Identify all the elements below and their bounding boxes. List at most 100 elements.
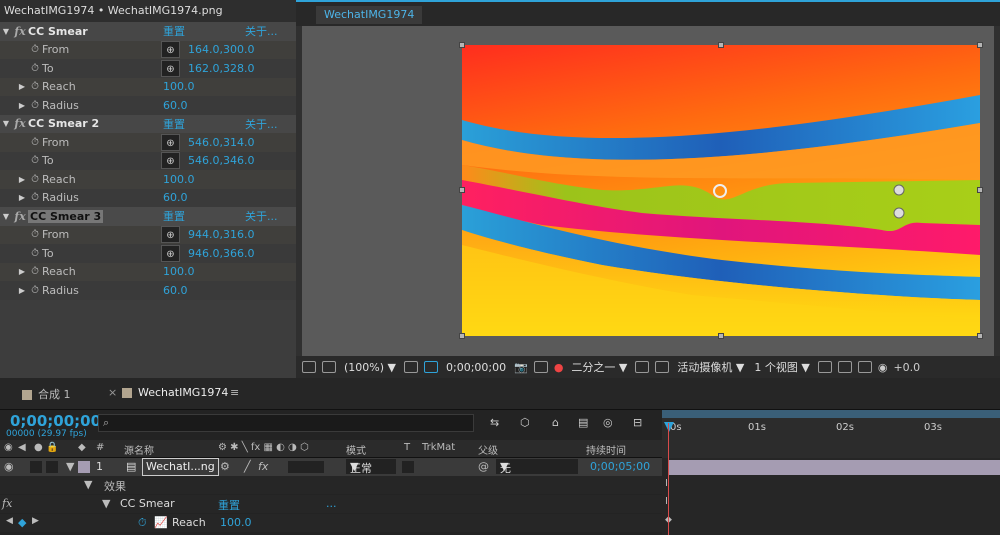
tab-wechatimg1974[interactable]: WechatIMG1974: [122, 386, 228, 399]
transform-handle[interactable]: [977, 333, 983, 339]
about-link[interactable]: 关于...: [245, 208, 278, 224]
expand-triangle-icon[interactable]: ▶: [16, 193, 28, 202]
transform-handle[interactable]: [459, 187, 465, 193]
point-picker-icon[interactable]: ⊕: [161, 244, 180, 262]
layer-switch-boxes[interactable]: [288, 461, 324, 473]
about-link[interactable]: 关于...: [245, 23, 278, 39]
effects-group-row[interactable]: ▼ 效果: [0, 476, 662, 494]
shy-switch-icon[interactable]: ⚙: [220, 460, 230, 473]
draft-3d-icon[interactable]: ⬡: [520, 416, 530, 429]
effect-header-cc-smear-2[interactable]: ▼ fx CC Smear 2 重置 关于...: [0, 114, 296, 133]
layer-image-preview[interactable]: [462, 45, 980, 336]
pick-whip-icon[interactable]: @: [478, 460, 489, 473]
col-source-name[interactable]: 源名称: [124, 442, 154, 457]
property-value[interactable]: 164.0,300.0: [188, 43, 254, 56]
always-preview-icon[interactable]: [302, 361, 316, 373]
transform-handle[interactable]: [718, 42, 724, 48]
stopwatch-icon[interactable]: ⏱: [28, 248, 42, 259]
show-snapshot-icon[interactable]: [533, 361, 548, 373]
graph-icon[interactable]: 📈: [154, 516, 168, 529]
frame-blending-icon[interactable]: ▤: [578, 416, 588, 429]
solo-switch-icon[interactable]: ●: [34, 442, 43, 453]
audio-switch-icon[interactable]: ◀: [18, 442, 26, 453]
resolution-dropdown[interactable]: 二分之一 ▼: [569, 359, 629, 375]
video-visibility-icon[interactable]: ◉: [4, 460, 14, 473]
parent-dropdown[interactable]: 无 ▼: [496, 459, 578, 475]
camera-snapshot-icon[interactable]: 📷: [514, 361, 528, 374]
expand-triangle-icon[interactable]: ▼: [66, 460, 74, 473]
layer-duration-bar[interactable]: [668, 460, 1000, 475]
flowchart-icon[interactable]: [857, 361, 872, 373]
close-tab-icon[interactable]: ×: [108, 386, 117, 399]
about-link[interactable]: 关于...: [245, 116, 278, 132]
timeline-search-input[interactable]: ⌕: [98, 414, 474, 432]
fast-previews-icon[interactable]: [817, 361, 832, 373]
point-picker-icon[interactable]: ⊕: [161, 133, 180, 151]
comp-canvas-area[interactable]: [302, 26, 994, 356]
property-value[interactable]: 944.0,316.0: [188, 228, 254, 241]
keyframe-diamond-icon[interactable]: ◆: [18, 516, 26, 529]
transform-handle[interactable]: [977, 42, 983, 48]
composition-tab[interactable]: WechatIMG1974: [316, 6, 423, 24]
stopwatch-icon[interactable]: ⏱: [28, 192, 42, 203]
panel-menu-icon[interactable]: ≡: [230, 386, 239, 399]
playhead-line[interactable]: [668, 423, 669, 535]
quality-switch-icon[interactable]: ╱: [244, 460, 251, 473]
stopwatch-icon[interactable]: ⏱: [28, 155, 42, 166]
property-value[interactable]: 60.0: [163, 284, 188, 297]
more-link[interactable]: ...: [326, 497, 337, 510]
timeline-toggle-icon[interactable]: [837, 361, 852, 373]
collapse-triangle-icon[interactable]: ▼: [102, 497, 110, 510]
fx-switch-icon[interactable]: fx: [258, 460, 268, 473]
stopwatch-active-icon[interactable]: ⏱: [28, 81, 42, 92]
layer-label-color[interactable]: [78, 461, 90, 473]
color-channels-icon[interactable]: ●: [554, 361, 564, 374]
fit-grid-icon[interactable]: [404, 361, 418, 373]
checker-icon[interactable]: [655, 361, 670, 373]
comp-mini-flowchart-icon[interactable]: ⇆: [490, 416, 499, 429]
transform-handle[interactable]: [459, 42, 465, 48]
reset-link[interactable]: 重置: [163, 208, 185, 224]
effect-header-cc-smear[interactable]: ▼ fx CC Smear 重置 关于...: [0, 22, 296, 41]
time-ruler[interactable]: 0s 01s 02s 03s: [662, 410, 1000, 458]
point-picker-icon[interactable]: ⊕: [161, 226, 180, 244]
reset-link[interactable]: 重置: [163, 23, 185, 39]
collapse-triangle-icon[interactable]: ▼: [84, 478, 92, 491]
expand-triangle-icon[interactable]: ▶: [16, 175, 28, 184]
reset-link[interactable]: 重置: [163, 116, 185, 132]
property-value[interactable]: 60.0: [163, 99, 188, 112]
point-picker-icon[interactable]: ⊕: [161, 152, 180, 170]
graph-editor-icon[interactable]: ⊟: [633, 416, 642, 429]
stopwatch-icon[interactable]: ⏱: [28, 63, 42, 74]
layer-name-field[interactable]: WechatI...ng: [142, 458, 219, 476]
fx-icon[interactable]: fx: [12, 25, 28, 38]
stopwatch-icon[interactable]: ⏱: [28, 137, 42, 148]
effect-header-cc-smear-3[interactable]: ▼ fx CC Smear 3 重置 关于...: [0, 207, 296, 226]
preserve-transparency-box[interactable]: [402, 461, 414, 473]
camera-dropdown[interactable]: 活动摄像机 ▼: [675, 359, 746, 375]
property-value[interactable]: 100.0: [163, 265, 195, 278]
work-area-bar[interactable]: [662, 410, 1000, 418]
stopwatch-active-icon[interactable]: ⏱: [28, 174, 42, 185]
reset-link[interactable]: 重置: [218, 497, 240, 513]
transform-handle[interactable]: [459, 333, 465, 339]
property-value[interactable]: 546.0,346.0: [188, 154, 254, 167]
collapse-triangle-icon[interactable]: ▼: [0, 119, 12, 128]
next-keyframe-icon[interactable]: ▶: [32, 516, 39, 526]
expand-triangle-icon[interactable]: ▶: [16, 286, 28, 295]
collapse-triangle-icon[interactable]: ▼: [0, 212, 12, 221]
fx-icon[interactable]: fx: [2, 497, 12, 510]
property-value[interactable]: 946.0,366.0: [188, 247, 254, 260]
hide-shy-layers-icon[interactable]: ⌂: [552, 416, 559, 429]
exposure-value[interactable]: +0.0: [893, 361, 920, 374]
tab-comp-1[interactable]: 合成 1: [22, 386, 71, 402]
expand-triangle-icon[interactable]: ▶: [16, 101, 28, 110]
video-switch-icon[interactable]: ◉: [4, 442, 13, 453]
expand-triangle-icon[interactable]: ▶: [16, 267, 28, 276]
motion-blur-icon[interactable]: ◎: [603, 416, 613, 429]
solo-box[interactable]: [30, 461, 42, 473]
expand-triangle-icon[interactable]: ▶: [16, 82, 28, 91]
transform-handle[interactable]: [977, 187, 983, 193]
region-of-interest-icon[interactable]: [424, 361, 438, 373]
fx-icon[interactable]: fx: [12, 117, 28, 130]
